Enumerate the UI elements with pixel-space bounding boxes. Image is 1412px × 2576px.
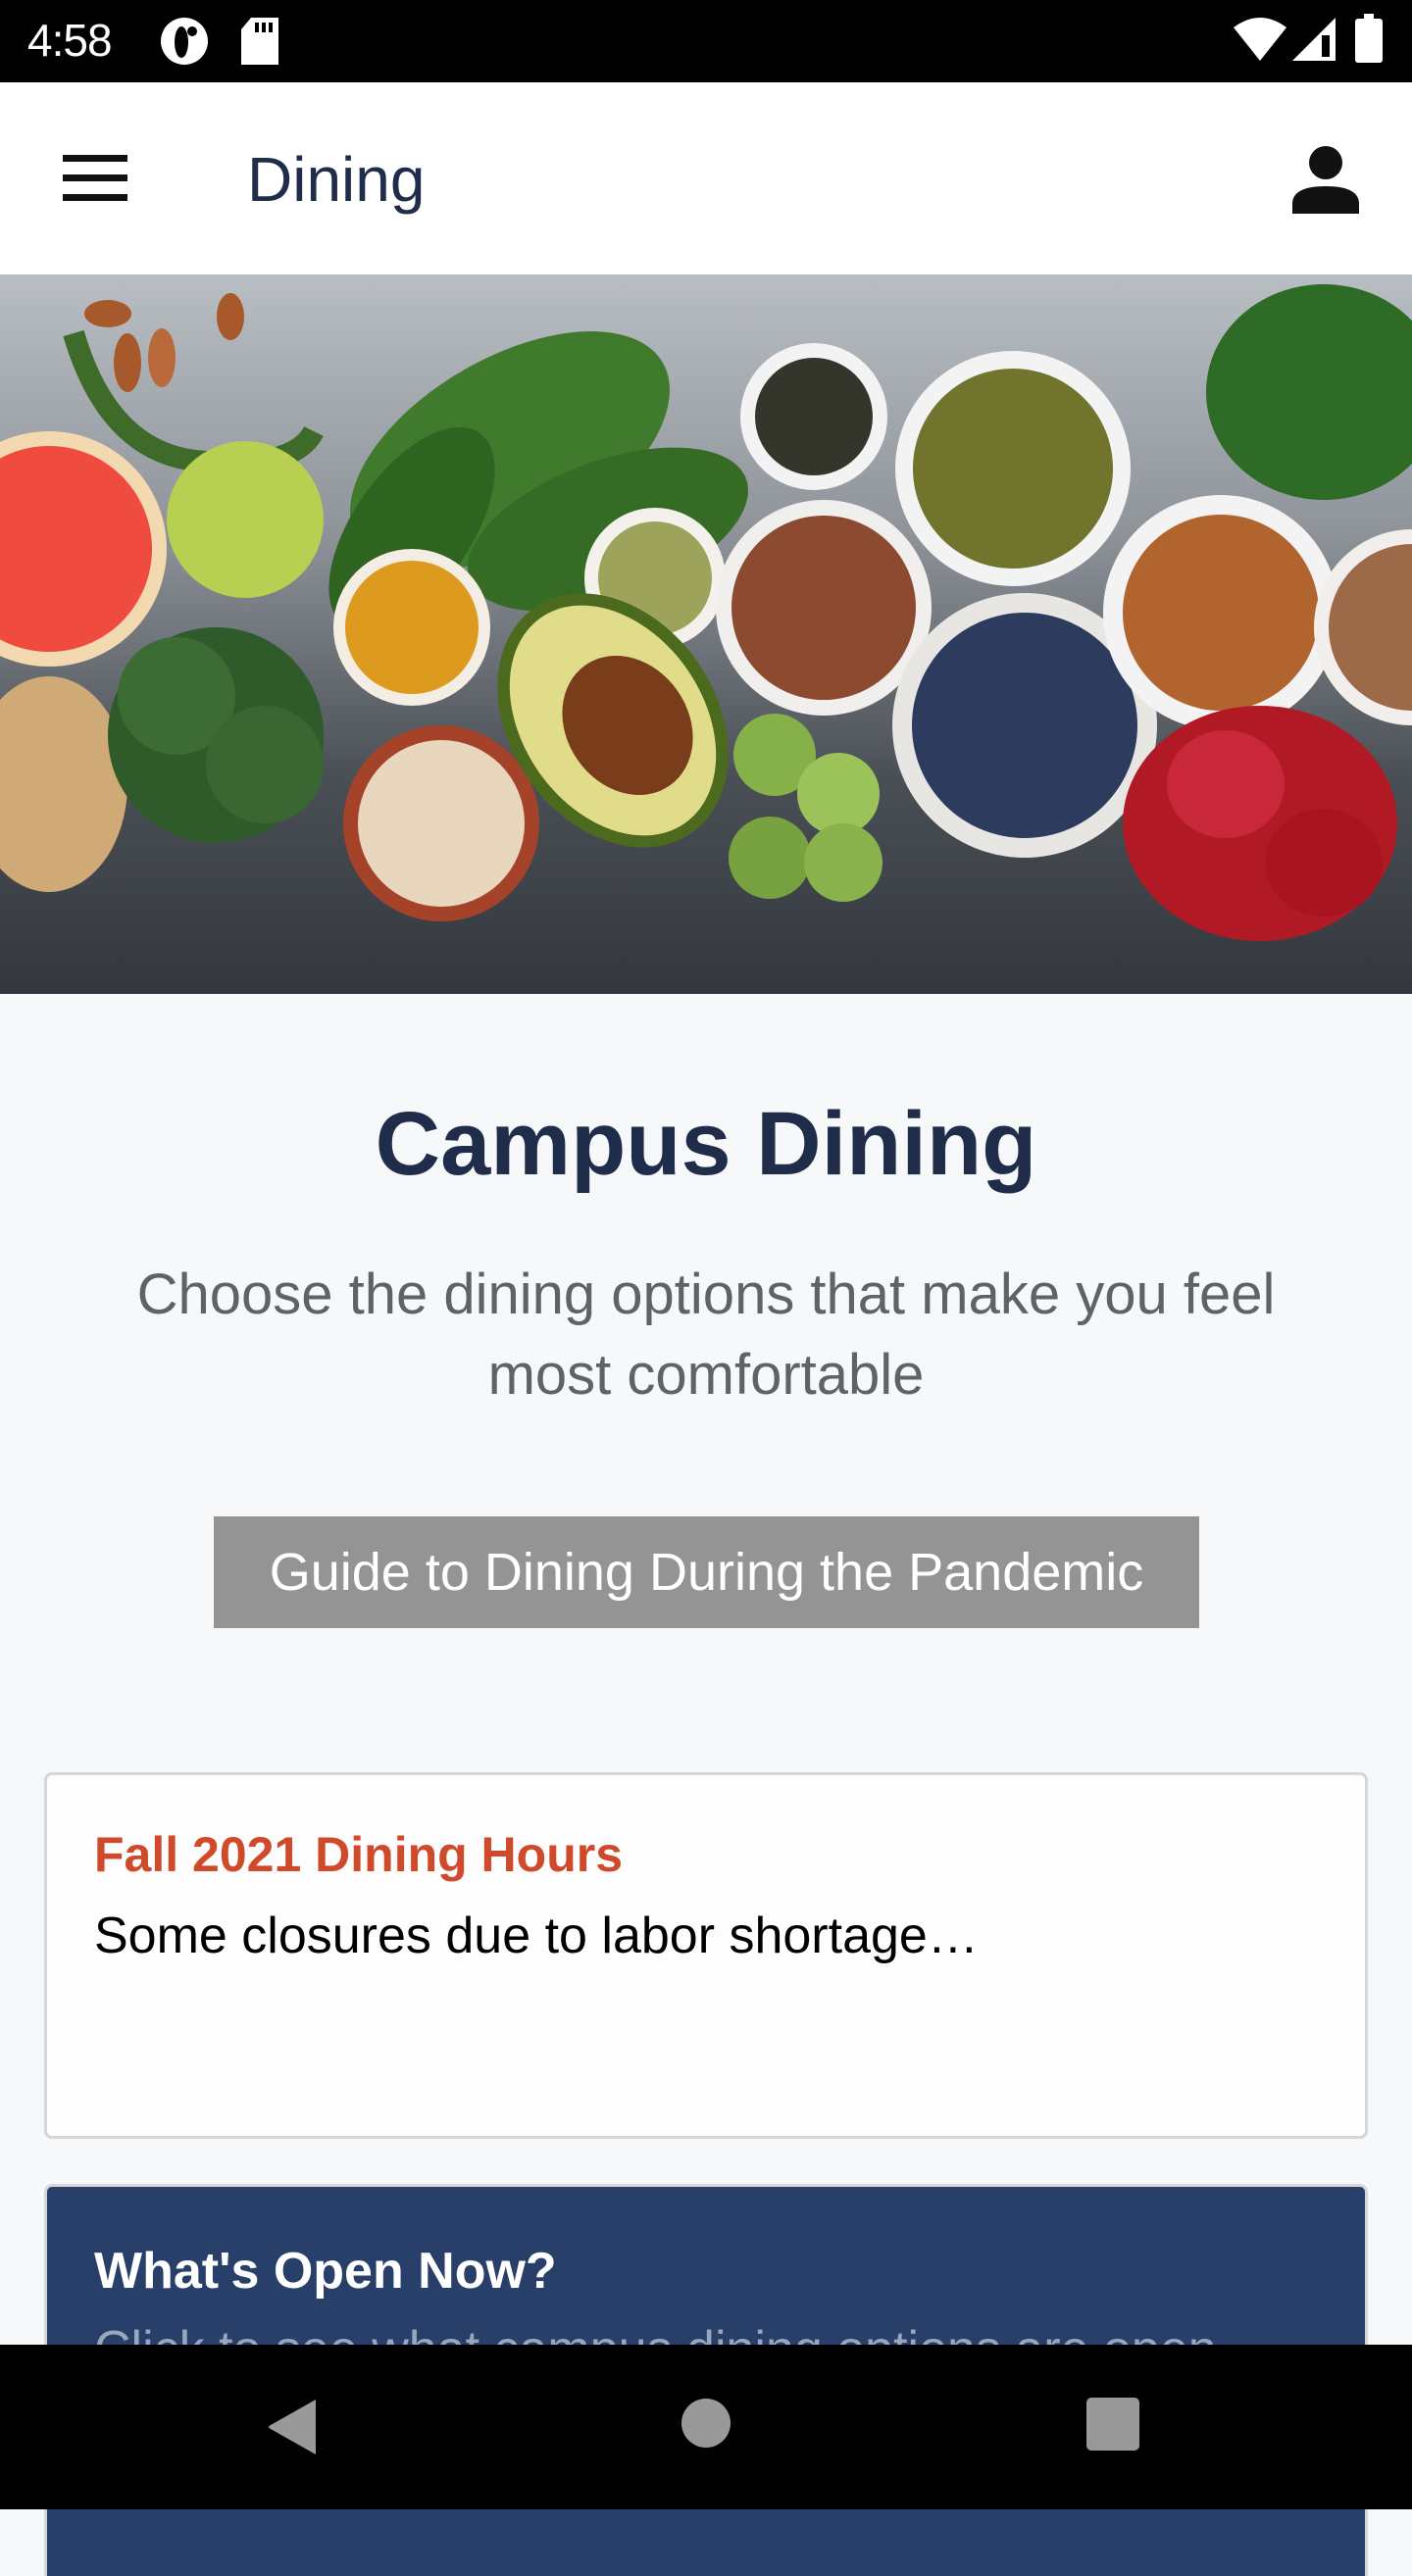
whats-open-card-title: What's Open Now?: [94, 2243, 557, 2300]
pandemic-guide-button[interactable]: Guide to Dining During the Pandemic: [214, 1516, 1199, 1628]
home-icon[interactable]: [681, 2398, 731, 2449]
app-bar: Dining: [0, 82, 1412, 274]
hero-food-image: [0, 274, 1412, 994]
recents-icon[interactable]: [1086, 2398, 1139, 2451]
status-time: 4:58: [27, 15, 113, 66]
page-subtitle: Choose the dining options that make you …: [136, 1263, 1276, 1407]
dining-hours-card[interactable]: Fall 2021 Dining Hours Some closures due…: [44, 1772, 1368, 2139]
status-bar: 4:58: [0, 0, 1412, 82]
dining-hours-card-body: Some closures due to labor shortage…: [94, 1907, 979, 1964]
back-icon[interactable]: [267, 2398, 320, 2456]
cell-signal-icon: [1292, 18, 1336, 61]
sd-card-icon: [241, 18, 278, 65]
hamburger-menu-icon[interactable]: [63, 155, 127, 202]
page-headline: Campus Dining: [375, 1094, 1037, 1194]
system-nav-bar: [0, 2345, 1412, 2509]
data-saver-icon: [161, 18, 208, 65]
wifi-icon: [1234, 18, 1286, 61]
battery-icon: [1355, 14, 1383, 63]
account-icon[interactable]: [1290, 145, 1361, 214]
app-title: Dining: [247, 144, 426, 215]
dining-hours-card-title: Fall 2021 Dining Hours: [94, 1827, 624, 1882]
hero-illustration: [0, 284, 1412, 941]
